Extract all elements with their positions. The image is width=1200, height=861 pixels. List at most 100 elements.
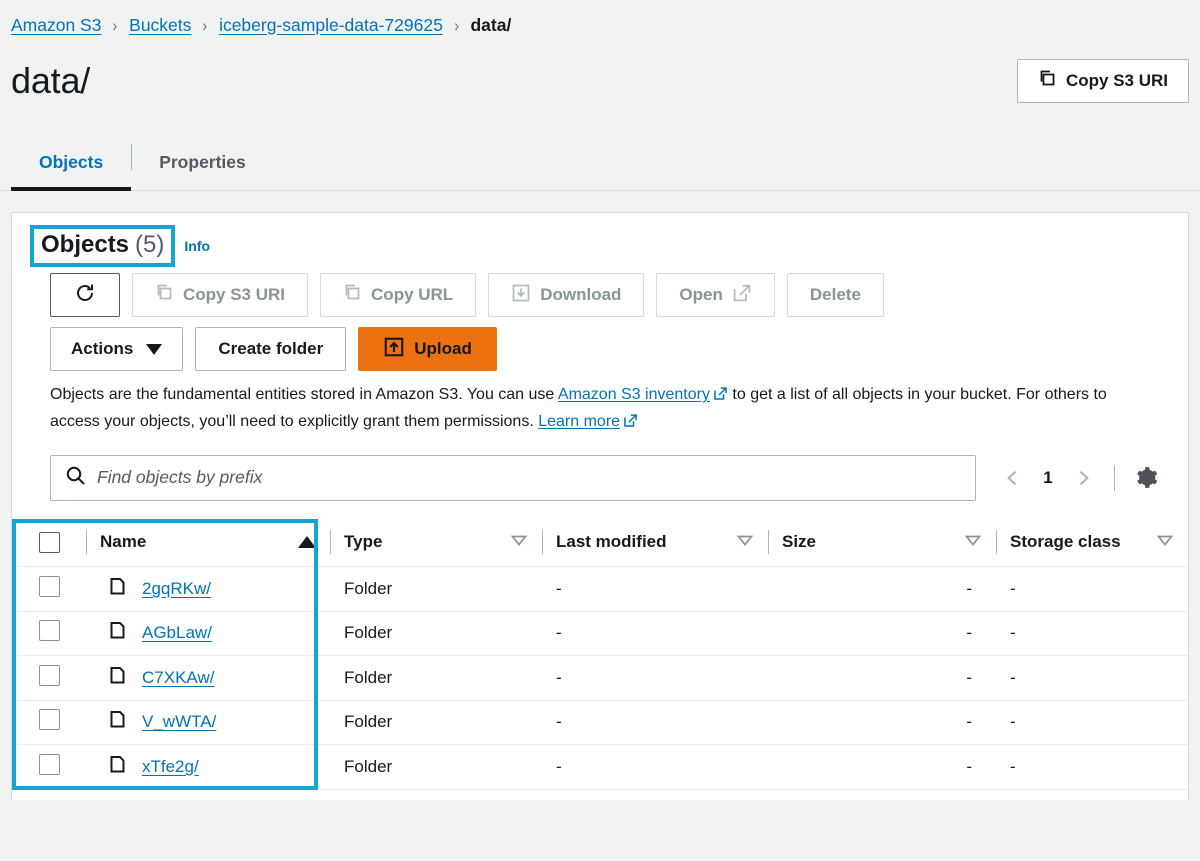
row-checkbox[interactable] bbox=[39, 709, 60, 730]
column-header-last-modified-label: Last modified bbox=[556, 532, 667, 552]
settings-gear-button[interactable] bbox=[1129, 461, 1163, 495]
chevron-down-icon bbox=[146, 344, 162, 355]
search-box[interactable] bbox=[50, 455, 976, 501]
open-button[interactable]: Open bbox=[656, 273, 774, 317]
copy-s3-uri-label: Copy S3 URI bbox=[1066, 71, 1168, 91]
actions-label: Actions bbox=[71, 339, 133, 359]
refresh-icon bbox=[73, 281, 97, 310]
tab-objects[interactable]: Objects bbox=[11, 134, 131, 190]
row-size-cell: - bbox=[768, 745, 996, 790]
external-link-icon bbox=[713, 385, 728, 410]
info-link[interactable]: Info bbox=[184, 238, 210, 254]
row-storage-class-cell: - bbox=[996, 745, 1188, 790]
row-checkbox-cell bbox=[12, 567, 86, 612]
object-link[interactable]: AGbLaw/ bbox=[142, 623, 212, 643]
column-header-storage-class[interactable]: Storage class bbox=[996, 519, 1188, 567]
breadcrumb-separator-icon: › bbox=[113, 17, 118, 34]
object-link[interactable]: V_wWTA/ bbox=[142, 712, 216, 732]
learn-more-link[interactable]: Learn more bbox=[538, 413, 620, 430]
breadcrumb-separator-icon: › bbox=[454, 17, 459, 34]
row-last-modified-cell: - bbox=[542, 567, 768, 612]
tab-bar: Objects Properties bbox=[0, 134, 1200, 191]
column-header-size[interactable]: Size bbox=[768, 519, 996, 567]
next-page-button[interactable] bbox=[1066, 461, 1100, 495]
create-folder-label: Create folder bbox=[218, 339, 323, 359]
copy-s3-uri-toolbar-button[interactable]: Copy S3 URI bbox=[132, 273, 308, 317]
copy-icon bbox=[1038, 69, 1057, 93]
column-header-type-label: Type bbox=[344, 532, 382, 552]
actions-button[interactable]: Actions bbox=[50, 327, 183, 371]
row-type-cell: Folder bbox=[330, 745, 542, 790]
row-last-modified-cell: - bbox=[542, 611, 768, 656]
page-number-1[interactable]: 1 bbox=[1034, 468, 1062, 488]
table-row[interactable]: 2gqRKw/ Folder - - - bbox=[12, 567, 1188, 612]
row-name-cell: C7XKAw/ bbox=[86, 656, 330, 701]
row-checkbox-cell bbox=[12, 700, 86, 745]
open-label: Open bbox=[679, 285, 722, 305]
folder-icon bbox=[109, 709, 130, 735]
table-row[interactable]: xTfe2g/ Folder - - - bbox=[12, 745, 1188, 790]
row-size-cell: - bbox=[768, 656, 996, 701]
row-storage-class-cell: - bbox=[996, 611, 1188, 656]
amazon-s3-inventory-link[interactable]: Amazon S3 inventory bbox=[558, 386, 710, 403]
breadcrumb-item-bucket[interactable]: iceberg-sample-data-729625 bbox=[219, 15, 443, 36]
sort-ascending-icon bbox=[298, 536, 316, 548]
delete-button[interactable]: Delete bbox=[787, 273, 884, 317]
object-link[interactable]: 2gqRKw/ bbox=[142, 579, 211, 599]
page-header: data/ Copy S3 URI bbox=[0, 40, 1200, 108]
sort-icon bbox=[964, 532, 982, 552]
row-name-cell: AGbLaw/ bbox=[86, 611, 330, 656]
sort-icon bbox=[1156, 532, 1174, 552]
breadcrumb-item-amazon-s3[interactable]: Amazon S3 bbox=[11, 15, 101, 36]
breadcrumb-item-buckets[interactable]: Buckets bbox=[129, 15, 191, 36]
tab-properties-label: Properties bbox=[159, 152, 246, 173]
row-type-cell: Folder bbox=[330, 567, 542, 612]
select-all-header bbox=[12, 519, 86, 567]
row-last-modified-cell: - bbox=[542, 745, 768, 790]
column-header-storage-class-label: Storage class bbox=[1010, 532, 1121, 552]
copy-s3-uri-button[interactable]: Copy S3 URI bbox=[1017, 59, 1189, 103]
copy-icon bbox=[155, 283, 174, 307]
objects-toolbar-primary: Copy S3 URI Copy URL Download Open Delet… bbox=[12, 273, 1188, 317]
row-checkbox[interactable] bbox=[39, 576, 60, 597]
row-size-cell: - bbox=[768, 700, 996, 745]
table-row[interactable]: AGbLaw/ Folder - - - bbox=[12, 611, 1188, 656]
folder-icon bbox=[109, 665, 130, 691]
row-name-cell: V_wWTA/ bbox=[86, 700, 330, 745]
delete-label: Delete bbox=[810, 285, 861, 305]
upload-button[interactable]: Upload bbox=[358, 327, 497, 371]
pagination-divider bbox=[1114, 465, 1115, 491]
objects-table-container: Name Type Last bbox=[12, 519, 1188, 790]
column-header-name[interactable]: Name bbox=[86, 519, 330, 567]
tab-objects-label: Objects bbox=[39, 152, 103, 173]
create-folder-button[interactable]: Create folder bbox=[195, 327, 346, 371]
breadcrumb: Amazon S3 › Buckets › iceberg-sample-dat… bbox=[0, 0, 1200, 40]
row-storage-class-cell: - bbox=[996, 567, 1188, 612]
copy-url-button[interactable]: Copy URL bbox=[320, 273, 476, 317]
row-name-cell: 2gqRKw/ bbox=[86, 567, 330, 612]
object-link[interactable]: xTfe2g/ bbox=[142, 757, 199, 777]
row-storage-class-cell: - bbox=[996, 656, 1188, 701]
select-all-checkbox[interactable] bbox=[39, 532, 60, 553]
objects-table: Name Type Last bbox=[12, 519, 1188, 790]
refresh-button[interactable] bbox=[50, 273, 120, 317]
download-button[interactable]: Download bbox=[488, 273, 644, 317]
row-checkbox[interactable] bbox=[39, 754, 60, 775]
column-header-size-label: Size bbox=[782, 532, 816, 552]
folder-icon bbox=[109, 620, 130, 646]
row-checkbox[interactable] bbox=[39, 665, 60, 686]
search-input[interactable] bbox=[97, 467, 961, 488]
row-checkbox[interactable] bbox=[39, 620, 60, 641]
row-name-cell: xTfe2g/ bbox=[86, 745, 330, 790]
previous-page-button[interactable] bbox=[996, 461, 1030, 495]
object-link[interactable]: C7XKAw/ bbox=[142, 668, 214, 688]
download-icon bbox=[511, 283, 531, 308]
upload-label: Upload bbox=[414, 339, 472, 359]
table-row[interactable]: C7XKAw/ Folder - - - bbox=[12, 656, 1188, 701]
tab-properties[interactable]: Properties bbox=[131, 134, 274, 190]
objects-count: (5) bbox=[135, 231, 164, 259]
sort-icon bbox=[510, 532, 528, 552]
column-header-last-modified[interactable]: Last modified bbox=[542, 519, 768, 567]
column-header-type[interactable]: Type bbox=[330, 519, 542, 567]
table-row[interactable]: V_wWTA/ Folder - - - bbox=[12, 700, 1188, 745]
